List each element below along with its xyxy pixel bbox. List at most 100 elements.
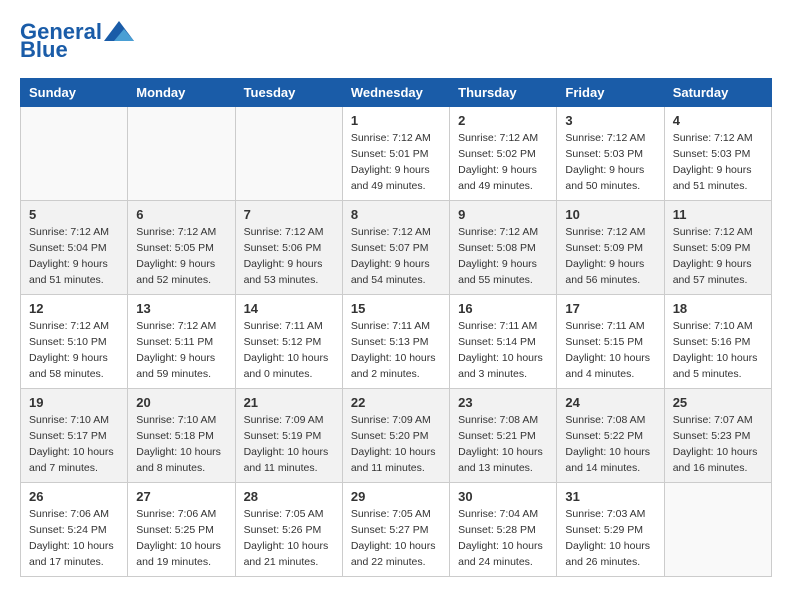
day-number: 17 (565, 301, 655, 316)
day-number: 5 (29, 207, 119, 222)
calendar-day-4: 4 Sunrise: 7:12 AMSunset: 5:03 PMDaylight… (664, 107, 771, 201)
day-number: 24 (565, 395, 655, 410)
calendar-day-18: 18 Sunrise: 7:10 AMSunset: 5:16 PMDayligh… (664, 295, 771, 389)
calendar-day-26: 26Sunrise: 7:06 AMSunset: 5:24 PMDayligh… (21, 483, 128, 577)
day-number: 13 (136, 301, 226, 316)
day-info: Sunrise: 7:05 AMSunset: 5:26 PMDaylight:… (244, 507, 334, 570)
day-info: Sunrise: 7:12 AMSunset: 5:03 PMDaylight:… (673, 131, 763, 194)
day-info: Sunrise: 7:09 AMSunset: 5:20 PMDaylight:… (351, 413, 441, 476)
calendar-day-5: 5 Sunrise: 7:12 AMSunset: 5:04 PMDaylight… (21, 201, 128, 295)
day-info: Sunrise: 7:12 AMSunset: 5:07 PMDaylight:… (351, 225, 441, 288)
day-number: 29 (351, 489, 441, 504)
day-number: 7 (244, 207, 334, 222)
day-info: Sunrise: 7:06 AMSunset: 5:24 PMDaylight:… (29, 507, 119, 570)
day-info: Sunrise: 7:10 AMSunset: 5:18 PMDaylight:… (136, 413, 226, 476)
calendar-week-row: 12 Sunrise: 7:12 AMSunset: 5:10 PMDayligh… (21, 295, 772, 389)
day-number: 6 (136, 207, 226, 222)
logo-blue-text: Blue (20, 38, 68, 62)
calendar-day-11: 11Sunrise: 7:12 AMSunset: 5:09 PMDayligh… (664, 201, 771, 295)
day-info: Sunrise: 7:12 AMSunset: 5:09 PMDaylight:… (565, 225, 655, 288)
calendar-header-wednesday: Wednesday (342, 79, 449, 107)
day-number: 9 (458, 207, 548, 222)
calendar-table: SundayMondayTuesdayWednesdayThursdayFrid… (20, 78, 772, 577)
day-info: Sunrise: 7:04 AMSunset: 5:28 PMDaylight:… (458, 507, 548, 570)
day-number: 22 (351, 395, 441, 410)
calendar-empty-cell (235, 107, 342, 201)
logo: General Blue (20, 20, 134, 62)
calendar-day-16: 16 Sunrise: 7:11 AMSunset: 5:14 PMDayligh… (450, 295, 557, 389)
calendar-day-12: 12 Sunrise: 7:12 AMSunset: 5:10 PMDayligh… (21, 295, 128, 389)
day-info: Sunrise: 7:08 AMSunset: 5:21 PMDaylight:… (458, 413, 548, 476)
day-info: Sunrise: 7:06 AMSunset: 5:25 PMDaylight:… (136, 507, 226, 570)
calendar-empty-cell (664, 483, 771, 577)
calendar-header-monday: Monday (128, 79, 235, 107)
calendar-day-27: 27 Sunrise: 7:06 AMSunset: 5:25 PMDayligh… (128, 483, 235, 577)
day-number: 3 (565, 113, 655, 128)
calendar-day-10: 10 Sunrise: 7:12 AMSunset: 5:09 PMDayligh… (557, 201, 664, 295)
day-number: 8 (351, 207, 441, 222)
day-number: 31 (565, 489, 655, 504)
calendar-day-15: 15 Sunrise: 7:11 AMSunset: 5:13 PMDayligh… (342, 295, 449, 389)
calendar-day-17: 17 Sunrise: 7:11 AMSunset: 5:15 PMDayligh… (557, 295, 664, 389)
calendar-day-30: 30Sunrise: 7:04 AMSunset: 5:28 PMDayligh… (450, 483, 557, 577)
day-info: Sunrise: 7:12 AMSunset: 5:11 PMDaylight:… (136, 319, 226, 382)
calendar-week-row: 19 Sunrise: 7:10 AMSunset: 5:17 PMDayligh… (21, 389, 772, 483)
day-info: Sunrise: 7:12 AMSunset: 5:10 PMDaylight:… (29, 319, 119, 382)
calendar-day-2: 2Sunrise: 7:12 AMSunset: 5:02 PMDaylight… (450, 107, 557, 201)
day-info: Sunrise: 7:11 AMSunset: 5:14 PMDaylight:… (458, 319, 548, 382)
calendar-day-24: 24Sunrise: 7:08 AMSunset: 5:22 PMDayligh… (557, 389, 664, 483)
day-number: 23 (458, 395, 548, 410)
calendar-day-3: 3 Sunrise: 7:12 AMSunset: 5:03 PMDaylight… (557, 107, 664, 201)
day-number: 21 (244, 395, 334, 410)
calendar-day-9: 9 Sunrise: 7:12 AMSunset: 5:08 PMDaylight… (450, 201, 557, 295)
day-info: Sunrise: 7:07 AMSunset: 5:23 PMDaylight:… (673, 413, 763, 476)
day-number: 16 (458, 301, 548, 316)
day-number: 19 (29, 395, 119, 410)
day-number: 12 (29, 301, 119, 316)
day-info: Sunrise: 7:12 AMSunset: 5:04 PMDaylight:… (29, 225, 119, 288)
day-number: 20 (136, 395, 226, 410)
logo-icon (104, 21, 134, 41)
calendar-header-row: SundayMondayTuesdayWednesdayThursdayFrid… (21, 79, 772, 107)
day-info: Sunrise: 7:11 AMSunset: 5:13 PMDaylight:… (351, 319, 441, 382)
day-info: Sunrise: 7:12 AMSunset: 5:06 PMDaylight:… (244, 225, 334, 288)
calendar-day-8: 8 Sunrise: 7:12 AMSunset: 5:07 PMDaylight… (342, 201, 449, 295)
calendar-header-friday: Friday (557, 79, 664, 107)
day-number: 25 (673, 395, 763, 410)
calendar-week-row: 5 Sunrise: 7:12 AMSunset: 5:04 PMDaylight… (21, 201, 772, 295)
calendar-day-23: 23 Sunrise: 7:08 AMSunset: 5:21 PMDayligh… (450, 389, 557, 483)
day-info: Sunrise: 7:10 AMSunset: 5:16 PMDaylight:… (673, 319, 763, 382)
day-number: 10 (565, 207, 655, 222)
calendar-day-1: 1 Sunrise: 7:12 AMSunset: 5:01 PMDaylight… (342, 107, 449, 201)
day-number: 11 (673, 207, 763, 222)
day-info: Sunrise: 7:12 AMSunset: 5:05 PMDaylight:… (136, 225, 226, 288)
day-info: Sunrise: 7:12 AMSunset: 5:08 PMDaylight:… (458, 225, 548, 288)
day-number: 18 (673, 301, 763, 316)
calendar-day-13: 13 Sunrise: 7:12 AMSunset: 5:11 PMDayligh… (128, 295, 235, 389)
day-info: Sunrise: 7:11 AMSunset: 5:15 PMDaylight:… (565, 319, 655, 382)
page-header: General Blue (20, 20, 772, 62)
day-number: 15 (351, 301, 441, 316)
day-info: Sunrise: 7:10 AMSunset: 5:17 PMDaylight:… (29, 413, 119, 476)
calendar-day-7: 7 Sunrise: 7:12 AMSunset: 5:06 PMDaylight… (235, 201, 342, 295)
calendar-empty-cell (21, 107, 128, 201)
calendar-day-31: 31Sunrise: 7:03 AMSunset: 5:29 PMDayligh… (557, 483, 664, 577)
day-number: 27 (136, 489, 226, 504)
calendar-header-saturday: Saturday (664, 79, 771, 107)
calendar-header-sunday: Sunday (21, 79, 128, 107)
day-number: 1 (351, 113, 441, 128)
calendar-header-thursday: Thursday (450, 79, 557, 107)
calendar-day-20: 20 Sunrise: 7:10 AMSunset: 5:18 PMDayligh… (128, 389, 235, 483)
calendar-day-22: 22 Sunrise: 7:09 AMSunset: 5:20 PMDayligh… (342, 389, 449, 483)
day-info: Sunrise: 7:12 AMSunset: 5:01 PMDaylight:… (351, 131, 441, 194)
day-number: 28 (244, 489, 334, 504)
day-info: Sunrise: 7:09 AMSunset: 5:19 PMDaylight:… (244, 413, 334, 476)
day-info: Sunrise: 7:12 AMSunset: 5:02 PMDaylight:… (458, 131, 548, 194)
day-info: Sunrise: 7:05 AMSunset: 5:27 PMDaylight:… (351, 507, 441, 570)
calendar-day-21: 21 Sunrise: 7:09 AMSunset: 5:19 PMDayligh… (235, 389, 342, 483)
calendar-day-14: 14Sunrise: 7:11 AMSunset: 5:12 PMDayligh… (235, 295, 342, 389)
calendar-day-25: 25 Sunrise: 7:07 AMSunset: 5:23 PMDayligh… (664, 389, 771, 483)
day-info: Sunrise: 7:12 AMSunset: 5:03 PMDaylight:… (565, 131, 655, 194)
day-number: 4 (673, 113, 763, 128)
calendar-day-19: 19 Sunrise: 7:10 AMSunset: 5:17 PMDayligh… (21, 389, 128, 483)
